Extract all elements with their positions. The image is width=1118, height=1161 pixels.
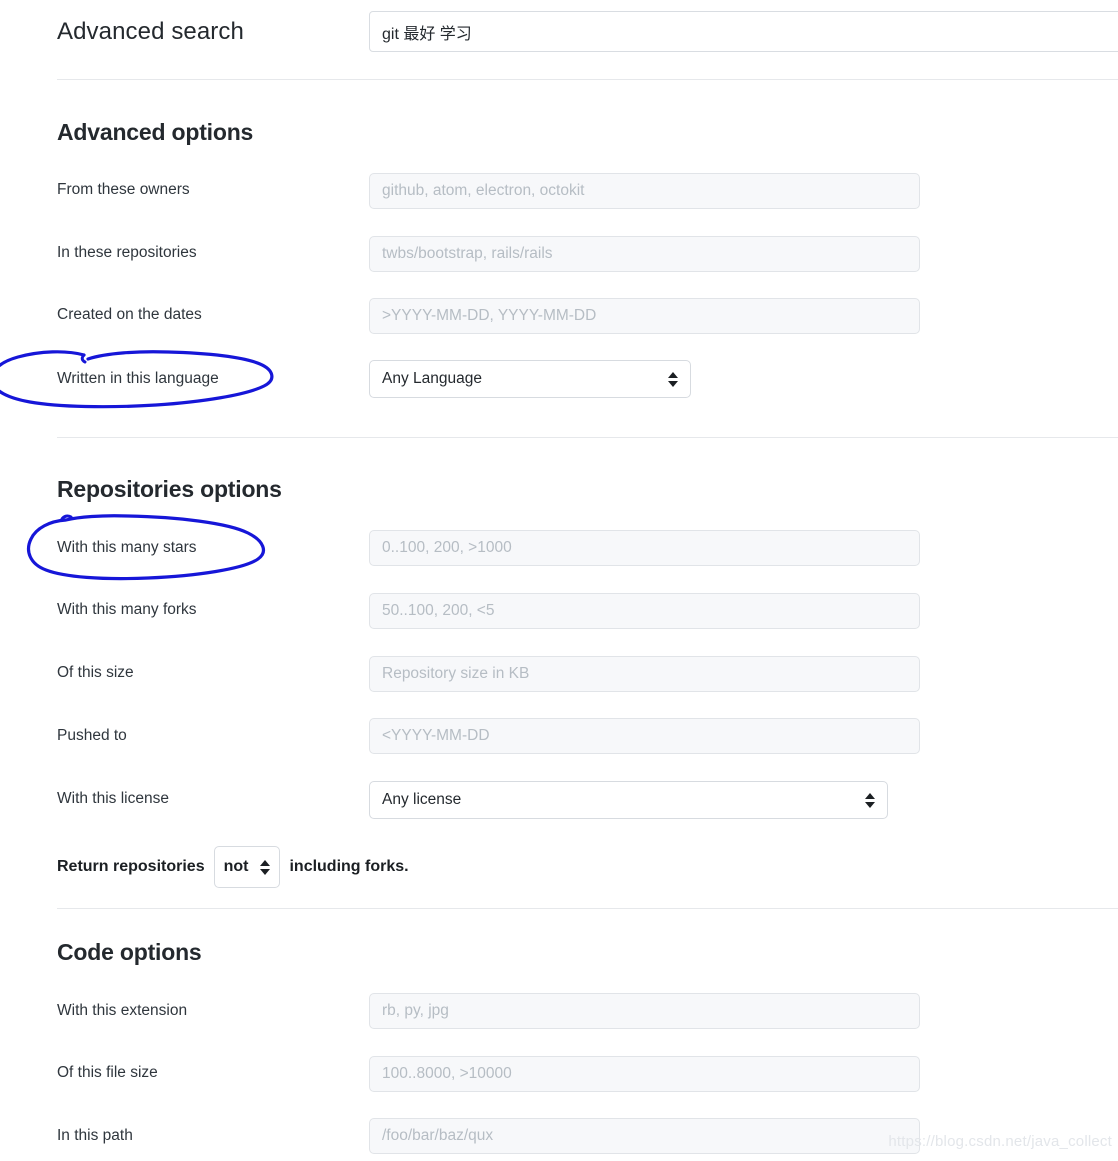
section-title-advanced-options: Advanced options	[57, 119, 254, 145]
divider-advanced-repositories	[57, 437, 1118, 438]
select-language-value: Any Language	[382, 370, 482, 387]
input-in-this-path[interactable]	[369, 1118, 920, 1154]
chevron-updown-icon	[667, 371, 678, 387]
section-title-code-options: Code options	[57, 939, 202, 965]
watermark-text: https://blog.csdn.net/java_collect	[888, 1133, 1112, 1150]
input-created-on-the-dates[interactable]	[369, 298, 920, 334]
section-title-repositories-options: Repositories options	[57, 476, 282, 502]
advanced-search-page: Advanced search Advanced options From th…	[0, 0, 1118, 1161]
label-with-this-many-stars: With this many stars	[57, 539, 197, 556]
input-in-these-repositories[interactable]	[369, 236, 920, 272]
return-repositories-prefix: Return repositories	[57, 858, 205, 875]
divider-repositories-code	[57, 908, 1118, 909]
label-in-these-repositories: In these repositories	[57, 244, 197, 261]
select-language[interactable]: Any Language	[369, 360, 691, 398]
select-fork-inclusion-value: not	[223, 858, 249, 875]
label-with-this-license: With this license	[57, 790, 169, 807]
label-in-this-path: In this path	[57, 1127, 133, 1144]
label-with-this-extension: With this extension	[57, 1002, 188, 1019]
divider-top	[57, 79, 1118, 80]
select-license[interactable]: Any license	[369, 781, 888, 819]
input-with-this-many-forks[interactable]	[369, 593, 920, 629]
input-of-this-size[interactable]	[369, 656, 920, 692]
search-row: Advanced search	[0, 0, 1118, 79]
search-query-input[interactable]	[369, 11, 1118, 52]
select-license-value: Any license	[382, 791, 462, 808]
label-of-this-size: Of this size	[57, 664, 134, 681]
label-from-these-owners: From these owners	[57, 181, 190, 198]
input-with-this-extension[interactable]	[369, 993, 920, 1029]
label-created-on-the-dates: Created on the dates	[57, 306, 202, 323]
label-pushed-to: Pushed to	[57, 727, 127, 744]
return-repositories-row: Return repositories not including forks.	[57, 846, 409, 888]
input-from-these-owners[interactable]	[369, 173, 920, 209]
input-with-this-many-stars[interactable]	[369, 530, 920, 566]
chevron-updown-icon	[864, 792, 875, 808]
label-of-this-file-size: Of this file size	[57, 1064, 158, 1081]
return-repositories-suffix: including forks.	[289, 858, 409, 875]
label-with-this-many-forks: With this many forks	[57, 601, 197, 618]
input-pushed-to[interactable]	[369, 718, 920, 754]
label-written-in-this-language: Written in this language	[57, 370, 219, 387]
chevron-updown-icon	[259, 859, 270, 875]
input-of-this-file-size[interactable]	[369, 1056, 920, 1092]
select-fork-inclusion[interactable]: not	[213, 846, 281, 888]
page-title: Advanced search	[57, 18, 244, 45]
